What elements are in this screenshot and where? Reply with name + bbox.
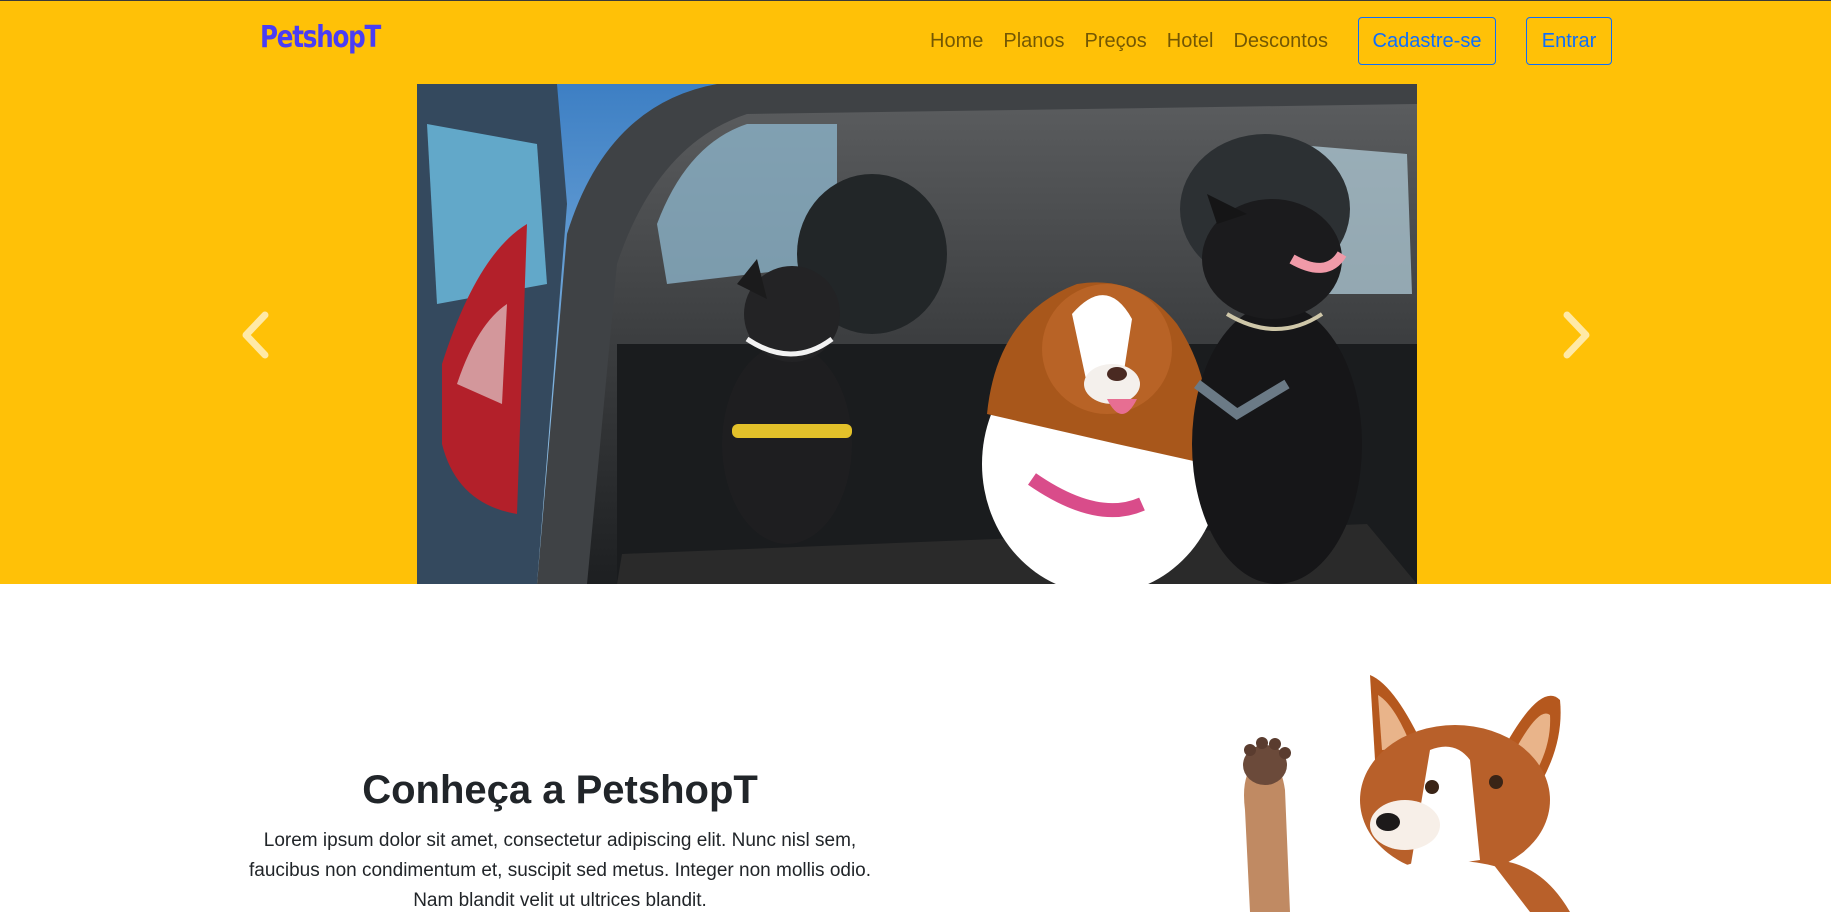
chevron-left-icon xyxy=(242,311,269,359)
nav-descontos[interactable]: Descontos xyxy=(1233,30,1328,53)
nav-precos[interactable]: Preços xyxy=(1085,30,1147,53)
carousel-next-button[interactable] xyxy=(1552,300,1602,370)
signup-button[interactable]: Cadastre-se xyxy=(1358,17,1496,65)
nav-planos[interactable]: Planos xyxy=(1003,30,1064,53)
waving-dog-image xyxy=(1200,660,1580,912)
about-text: Lorem ipsum dolor sit amet, consectetur … xyxy=(248,830,872,911)
carousel-prev-button[interactable] xyxy=(230,300,280,370)
main-nav: Home Planos Preços Hotel Descontos xyxy=(930,30,1328,53)
carousel-image xyxy=(417,84,1417,584)
nav-hotel[interactable]: Hotel xyxy=(1167,30,1214,53)
nav-home[interactable]: Home xyxy=(930,30,983,53)
brand-logo[interactable]: PetshopT xyxy=(260,20,381,55)
about-title: Conheça a PetshopT xyxy=(362,768,758,812)
login-button[interactable]: Entrar xyxy=(1526,17,1612,65)
chevron-right-icon xyxy=(1563,311,1590,359)
